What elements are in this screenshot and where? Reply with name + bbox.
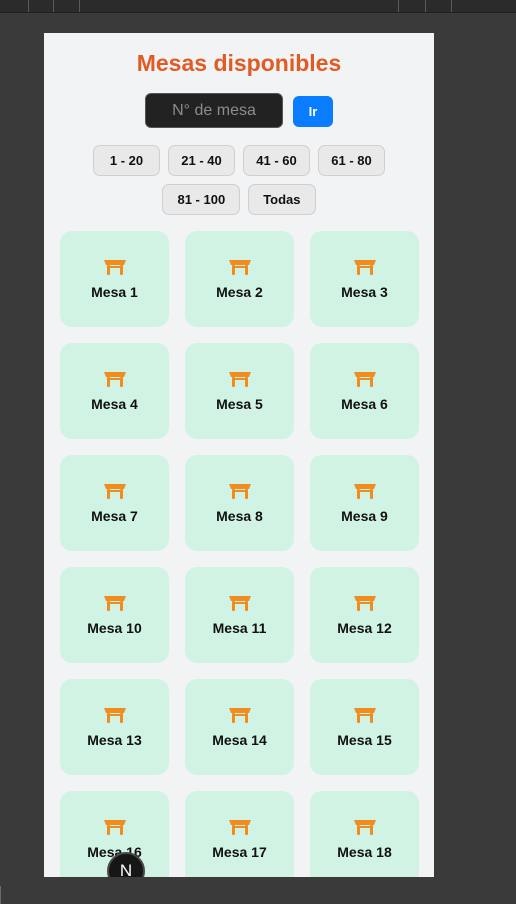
range-filter-row: 81 - 100 Todas: [44, 184, 434, 215]
table-icon: [228, 820, 251, 835]
table-card[interactable]: Mesa 13: [60, 679, 169, 775]
table-card[interactable]: Mesa 3: [310, 231, 419, 327]
table-card[interactable]: Mesa 8: [185, 455, 294, 551]
table-card[interactable]: Mesa 15: [310, 679, 419, 775]
range-21-40-button[interactable]: 21 - 40: [168, 145, 235, 176]
table-icon: [353, 708, 376, 723]
table-icon: [353, 820, 376, 835]
table-icon: [228, 260, 251, 275]
page-title: Mesas disponibles: [136, 50, 342, 76]
table-card[interactable]: Mesa 10: [60, 567, 169, 663]
toolbar-divider: [425, 0, 426, 12]
table-card-label: Mesa 15: [337, 732, 392, 748]
table-icon: [228, 372, 251, 387]
table-card-label: Mesa 12: [337, 620, 392, 636]
table-icon: [353, 260, 376, 275]
table-card-label: Mesa 6: [341, 396, 388, 412]
table-card[interactable]: Mesa 18: [310, 791, 419, 877]
table-card-label: Mesa 17: [212, 844, 267, 860]
table-icon: [103, 820, 126, 835]
toolbar-divider: [79, 0, 80, 12]
go-button[interactable]: Ir: [293, 96, 333, 127]
all-tables-button[interactable]: Todas: [248, 184, 316, 215]
table-card[interactable]: Mesa 1: [60, 231, 169, 327]
table-card-label: Mesa 13: [87, 732, 142, 748]
toolbar-divider: [53, 0, 54, 12]
table-card-label: Mesa 18: [337, 844, 392, 860]
table-card[interactable]: Mesa 2: [185, 231, 294, 327]
toolbar-divider: [28, 0, 29, 12]
table-card[interactable]: Mesa 7: [60, 455, 169, 551]
table-card[interactable]: Mesa 17: [185, 791, 294, 877]
table-icon: [103, 708, 126, 723]
table-icon: [228, 596, 251, 611]
table-card-label: Mesa 14: [212, 732, 267, 748]
toolbar-divider: [451, 0, 452, 12]
table-card-label: Mesa 11: [212, 620, 267, 636]
table-icon: [103, 260, 126, 275]
table-card[interactable]: Mesa 4: [60, 343, 169, 439]
table-card-label: Mesa 3: [341, 284, 388, 300]
table-card-label: Mesa 7: [91, 508, 138, 524]
range-1-20-button[interactable]: 1 - 20: [93, 145, 160, 176]
table-card-label: Mesa 2: [216, 284, 263, 300]
table-card[interactable]: Mesa 11: [185, 567, 294, 663]
table-card[interactable]: Mesa 9: [310, 455, 419, 551]
table-icon: [103, 484, 126, 499]
table-icon: [103, 372, 126, 387]
mobile-viewport: Mesas disponibles Ir 1 - 20 21 - 40 41 -…: [44, 33, 434, 877]
table-icon: [228, 484, 251, 499]
range-61-80-button[interactable]: 61 - 80: [318, 145, 385, 176]
table-card-label: Mesa 9: [341, 508, 388, 524]
table-card[interactable]: Mesa 5: [185, 343, 294, 439]
table-card[interactable]: Mesa 14: [185, 679, 294, 775]
range-41-60-button[interactable]: 41 - 60: [243, 145, 310, 176]
table-icon: [353, 372, 376, 387]
window-edge: [0, 886, 1, 904]
range-filter-row: 1 - 20 21 - 40 41 - 60 61 - 80: [44, 145, 434, 176]
table-card-label: Mesa 1: [91, 284, 138, 300]
table-icon: [228, 708, 251, 723]
table-number-input[interactable]: [145, 93, 283, 128]
table-icon: [353, 484, 376, 499]
range-81-100-button[interactable]: 81 - 100: [162, 184, 241, 215]
window-top-bar: [0, 0, 516, 13]
table-card-label: Mesa 4: [91, 396, 138, 412]
table-card-label: Mesa 5: [216, 396, 263, 412]
table-card[interactable]: Mesa 6: [310, 343, 419, 439]
table-card-label: Mesa 8: [216, 508, 263, 524]
table-card[interactable]: Mesa 12: [310, 567, 419, 663]
toolbar-divider: [398, 0, 399, 12]
table-icon: [353, 596, 376, 611]
table-card-label: Mesa 10: [87, 620, 142, 636]
table-icon: [103, 596, 126, 611]
tables-grid: Mesa 1 Mesa 2 Mesa 3 Mesa 4 Mesa 5 Mesa 6 Mesa…: [60, 231, 419, 877]
